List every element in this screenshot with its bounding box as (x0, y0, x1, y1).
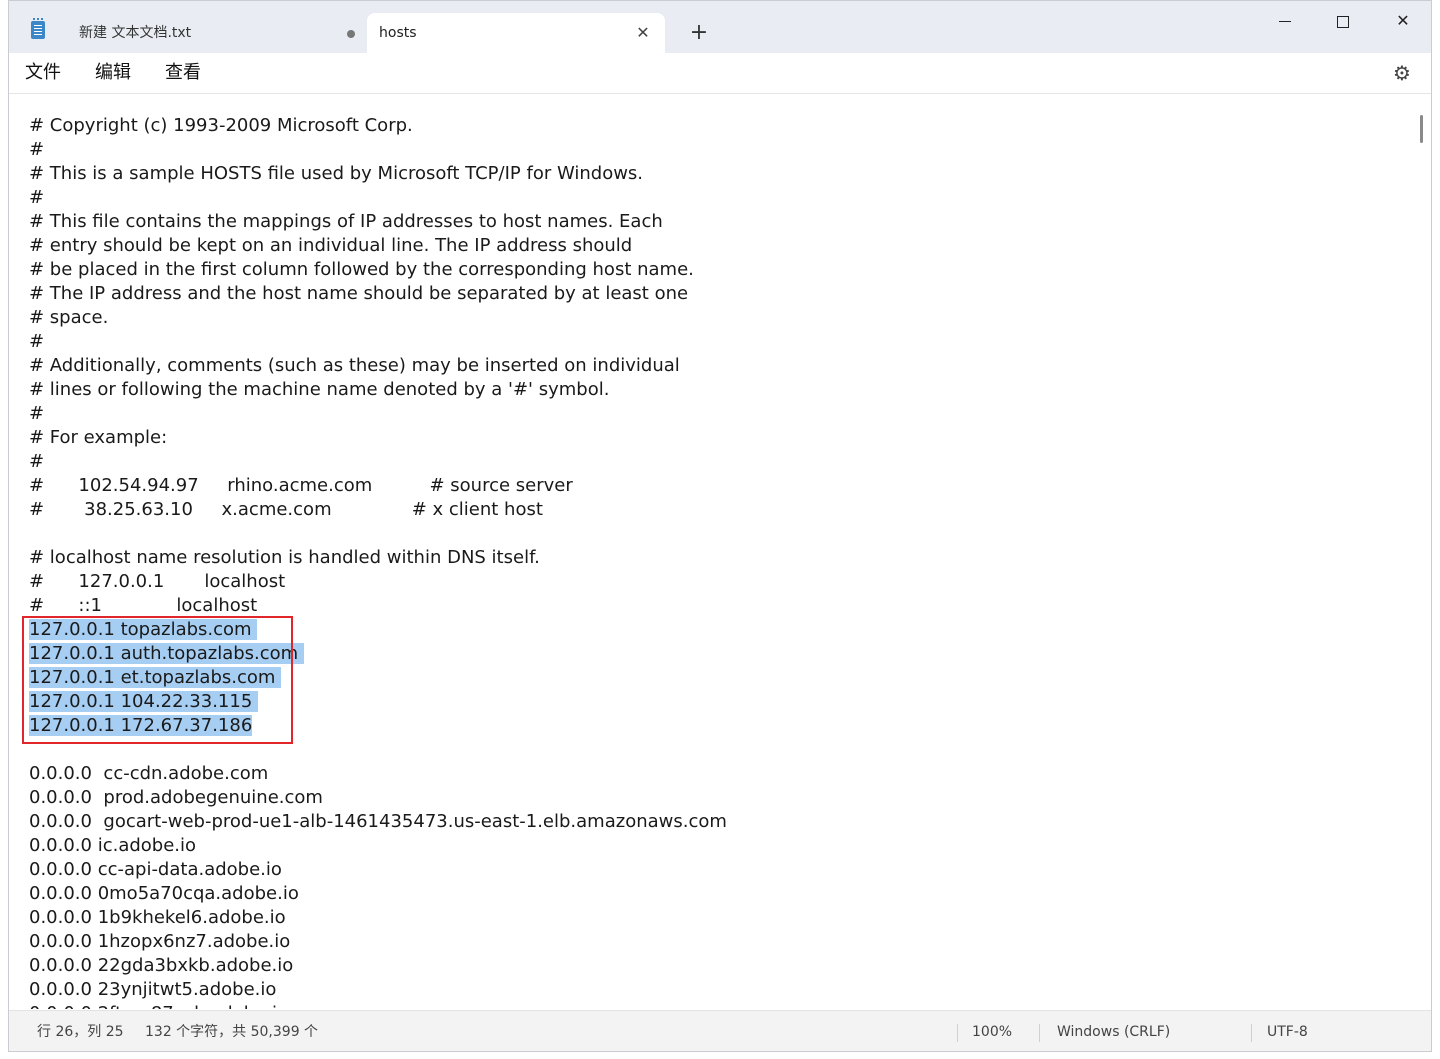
editor-line-text: # Additionally, comments (such as these)… (29, 355, 680, 376)
status-divider (1039, 1024, 1040, 1042)
title-bar: 新建 文本文档.txt hosts ✕ + ✕ (9, 1, 1431, 53)
editor-line-text: # This is a sample HOSTS file used by Mi… (29, 163, 644, 184)
editor-line-text: # localhost name resolution is handled w… (29, 547, 540, 568)
unsaved-dot-icon (347, 30, 355, 38)
editor-line-text: # This file contains the mappings of IP … (29, 211, 663, 232)
editor-line-text: # ::1 localhost (29, 595, 258, 616)
editor-line: # be placed in the first column followed… (29, 258, 727, 282)
editor-line: 0.0.0.0 22gda3bxkb.adobe.io (29, 954, 727, 978)
tab-new-text-document[interactable]: 新建 文本文档.txt (67, 13, 367, 53)
editor-line: # localhost name resolution is handled w… (29, 546, 727, 570)
editor-line: 0.0.0.0 0mo5a70cqa.adobe.io (29, 882, 727, 906)
editor-line: # ::1 localhost (29, 594, 727, 618)
editor-line: 0.0.0.0 cc-cdn.adobe.com (29, 762, 727, 786)
editor-line-text: # (29, 403, 45, 424)
cursor-position: 行 26，列 25 (37, 1024, 124, 1040)
editor-line-text: # Copyright (c) 1993-2009 Microsoft Corp… (29, 115, 413, 136)
editor-line-text: # be placed in the first column followed… (29, 259, 694, 280)
editor-line-text: 0.0.0.0 cc-api-data.adobe.io (29, 859, 282, 880)
maximize-button[interactable] (1313, 1, 1373, 41)
line-ending[interactable]: Windows (CRLF) (1057, 1011, 1170, 1051)
editor-line-text: 0.0.0.0 cc-cdn.adobe.com (29, 763, 269, 784)
scrollbar-thumb[interactable] (1420, 115, 1423, 143)
settings-gear-icon[interactable]: ⚙ (1391, 62, 1413, 84)
editor-line-text: # lines or following the machine name de… (29, 379, 610, 400)
editor-line: 0.0.0.0 1b9khekel6.adobe.io (29, 906, 727, 930)
character-count: 132 个字符，共 50,399 个 (145, 1024, 319, 1040)
editor-line: # (29, 330, 727, 354)
editor-line-text: 0.0.0.0 prod.adobegenuine.com (29, 787, 323, 808)
editor-line: # entry should be kept on an individual … (29, 234, 727, 258)
red-highlight-box (22, 616, 293, 744)
editor-line-text: # entry should be kept on an individual … (29, 235, 633, 256)
editor-line-text: # 102.54.94.97 rhino.acme.com # source s… (29, 475, 573, 496)
editor-line: # (29, 186, 727, 210)
editor-line: # (29, 138, 727, 162)
notepad-app-icon (31, 18, 45, 39)
vertical-scrollbar[interactable] (1419, 94, 1431, 1009)
editor-line: 0.0.0.0 ic.adobe.io (29, 834, 727, 858)
status-divider (957, 1024, 958, 1042)
editor-line-text: # The IP address and the host name shoul… (29, 283, 689, 304)
notepad-window: 新建 文本文档.txt hosts ✕ + ✕ 文件 编辑 查看 ⚙ # Cop… (8, 0, 1432, 1052)
editor-line: # The IP address and the host name shoul… (29, 282, 727, 306)
editor-line-text: 0.0.0.0 22gda3bxkb.adobe.io (29, 955, 294, 976)
new-tab-button[interactable]: + (685, 19, 713, 47)
editor-line-text: 0.0.0.0 ic.adobe.io (29, 835, 197, 856)
editor-line-text: # (29, 331, 45, 352)
editor-line: 0.0.0.0 prod.adobegenuine.com (29, 786, 727, 810)
editor-line: 0.0.0.0 gocart-web-prod-ue1-alb-14614354… (29, 810, 727, 834)
editor-line: 0.0.0.0 23ynjitwt5.adobe.io (29, 978, 727, 1002)
editor-line: # For example: (29, 426, 727, 450)
editor-line-text: # (29, 139, 45, 160)
editor-line: # space. (29, 306, 727, 330)
menu-edit[interactable]: 编辑 (95, 53, 131, 93)
editor-line: # This file contains the mappings of IP … (29, 210, 727, 234)
editor-line: # This is a sample HOSTS file used by Mi… (29, 162, 727, 186)
editor-line: # (29, 402, 727, 426)
editor-line-text: # (29, 451, 45, 472)
minimize-button[interactable] (1255, 1, 1315, 41)
editor-line: # (29, 450, 727, 474)
tab-label: hosts (379, 25, 417, 41)
editor-line: 0.0.0.0 1hzopx6nz7.adobe.io (29, 930, 727, 954)
status-bar: 行 26，列 25 132 个字符，共 50,399 个 100% Window… (9, 1010, 1431, 1051)
editor-line-text: # space. (29, 307, 109, 328)
editor-line: # Copyright (c) 1993-2009 Microsoft Corp… (29, 114, 727, 138)
tab-hosts[interactable]: hosts ✕ (367, 13, 665, 53)
editor-line-text: 0.0.0.0 0mo5a70cqa.adobe.io (29, 883, 299, 904)
tab-label: 新建 文本文档.txt (79, 25, 192, 41)
editor-line: 0.0.0.0 2ftem87osk.adobe.io (29, 1002, 727, 1009)
editor-line-text: # 127.0.0.1 localhost (29, 571, 286, 592)
editor-line: # Additionally, comments (such as these)… (29, 354, 727, 378)
text-editor[interactable]: # Copyright (c) 1993-2009 Microsoft Corp… (9, 94, 1419, 1009)
editor-line-text: 0.0.0.0 2ftem87osk.adobe.io (29, 1003, 288, 1009)
editor-line-text: 0.0.0.0 1b9khekel6.adobe.io (29, 907, 286, 928)
editor-line: # lines or following the machine name de… (29, 378, 727, 402)
menu-view[interactable]: 查看 (165, 53, 201, 93)
editor-line: 0.0.0.0 cc-api-data.adobe.io (29, 858, 727, 882)
editor-lines: # Copyright (c) 1993-2009 Microsoft Corp… (29, 114, 727, 1009)
minimize-icon (1279, 21, 1291, 22)
editor-line-text: 0.0.0.0 23ynjitwt5.adobe.io (29, 979, 277, 1000)
editor-line-text: # (29, 187, 45, 208)
status-divider (1251, 1024, 1252, 1042)
editor-line-text: 0.0.0.0 1hzopx6nz7.adobe.io (29, 931, 291, 952)
editor-line: # 102.54.94.97 rhino.acme.com # source s… (29, 474, 727, 498)
editor-line-text: # For example: (29, 427, 168, 448)
editor-line: # 38.25.63.10 x.acme.com # x client host (29, 498, 727, 522)
editor-line: # 127.0.0.1 localhost (29, 570, 727, 594)
menu-file[interactable]: 文件 (25, 53, 61, 93)
maximize-icon (1337, 15, 1349, 28)
editor-line-text: 0.0.0.0 gocart-web-prod-ue1-alb-14614354… (29, 811, 727, 832)
editor-line-text: # 38.25.63.10 x.acme.com # x client host (29, 499, 543, 520)
menu-bar: 文件 编辑 查看 ⚙ (9, 53, 1431, 94)
encoding[interactable]: UTF-8 (1267, 1011, 1308, 1051)
zoom-level[interactable]: 100% (972, 1011, 1012, 1051)
close-window-button[interactable]: ✕ (1373, 1, 1431, 41)
close-tab-icon[interactable]: ✕ (631, 13, 655, 53)
